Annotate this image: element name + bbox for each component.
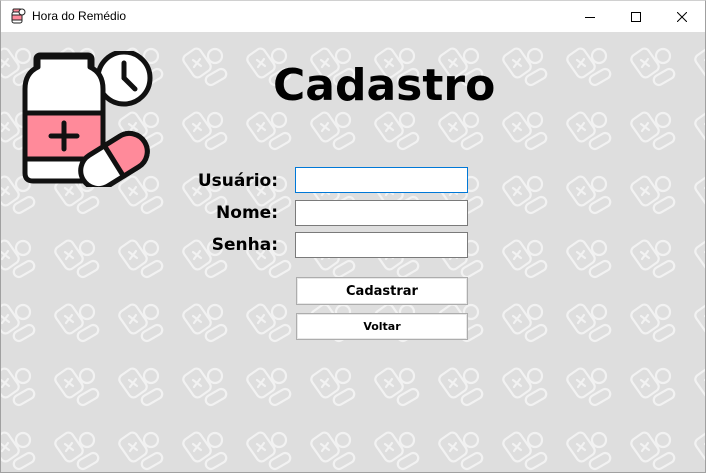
- page-title: Cadastro: [273, 60, 496, 111]
- medicine-logo-icon: [22, 51, 153, 187]
- username-input[interactable]: [295, 167, 468, 193]
- username-label: Usuário:: [197, 171, 278, 191]
- name-label: Nome:: [216, 203, 278, 223]
- maximize-button[interactable]: [613, 1, 659, 32]
- app-window: Hora do Remédio Cadastro Usuário: Nome: …: [0, 0, 706, 473]
- password-label: Senha:: [211, 235, 278, 255]
- password-input[interactable]: [295, 232, 468, 258]
- maximize-icon: [631, 11, 641, 22]
- close-button[interactable]: [659, 1, 705, 32]
- back-button[interactable]: Voltar: [296, 313, 468, 340]
- client-area: Cadastro Usuário: Nome: Senha: Cadastrar…: [1, 32, 705, 472]
- medicine-app-icon: [11, 8, 26, 24]
- minimize-button[interactable]: [567, 1, 613, 32]
- title-bar[interactable]: Hora do Remédio: [1, 1, 705, 32]
- name-input[interactable]: [295, 200, 468, 226]
- register-button[interactable]: Cadastrar: [296, 277, 468, 305]
- minimize-icon: [585, 16, 595, 18]
- close-icon: [677, 11, 687, 22]
- window-title: Hora do Remédio: [32, 9, 127, 23]
